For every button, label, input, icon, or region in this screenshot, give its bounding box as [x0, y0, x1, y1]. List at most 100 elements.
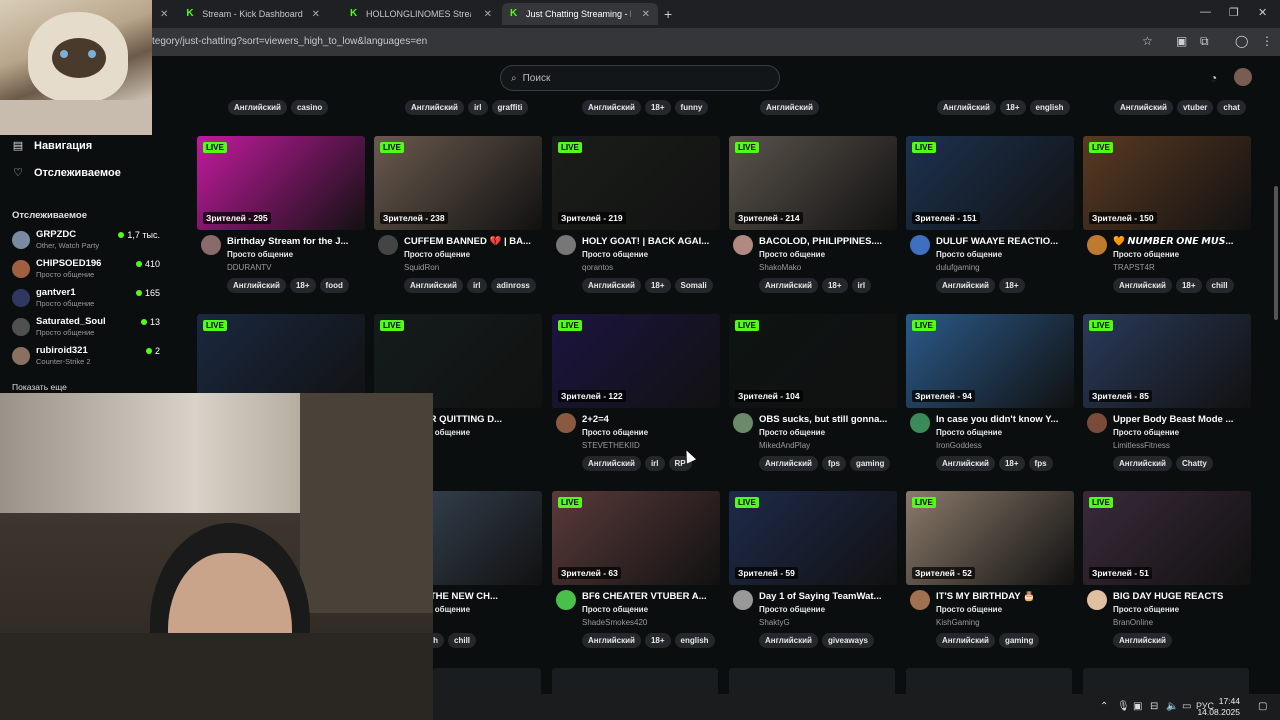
user-avatar[interactable]: [1234, 68, 1252, 86]
followed-channel[interactable]: GRPZDC Other, Watch Party 1,7 тыс.: [12, 228, 162, 254]
streamer-name[interactable]: KishGaming: [936, 618, 980, 627]
battery-icon[interactable]: ▭: [1182, 701, 1191, 712]
new-tab-icon[interactable]: +: [664, 6, 672, 22]
stream-card[interactable]: LIVE Зрителей - 94 In case you didn't know…: [906, 314, 1074, 484]
tag[interactable]: 18+: [999, 100, 1026, 115]
tag[interactable]: Chatty: [1175, 456, 1213, 471]
stream-thumbnail[interactable]: LIVE Зрителей - 52: [906, 491, 1074, 585]
notification-center-icon[interactable]: ▢: [1258, 701, 1267, 712]
streamer-name[interactable]: IronGoddess: [936, 441, 982, 450]
tag[interactable]: Английский: [936, 633, 995, 648]
stream-title[interactable]: Day 1 of Saying TeamWat...: [759, 591, 897, 602]
tag[interactable]: Английский: [1114, 100, 1173, 115]
streamer-name[interactable]: LimitlessFitness: [1113, 441, 1170, 450]
stream-title[interactable]: Birthday Stream for the J...: [227, 236, 365, 247]
streamer-avatar[interactable]: [733, 413, 753, 433]
clock[interactable]: 17:44 14.08.2025: [1197, 696, 1240, 718]
stream-thumbnail[interactable]: LIVE Зрителей - 150: [1083, 136, 1251, 230]
microphone-icon[interactable]: 🎙: [1117, 701, 1130, 712]
streamer-name[interactable]: MikedAndPlay: [759, 441, 810, 450]
stream-thumbnail[interactable]: LIVE Зрителей - 238: [374, 136, 542, 230]
followed-channel[interactable]: CHIPSOED196 Просто общение 410: [12, 257, 162, 283]
streamer-name[interactable]: BranOnline: [1113, 618, 1153, 627]
tag[interactable]: chat: [1217, 100, 1246, 115]
tag[interactable]: Английский: [404, 278, 463, 293]
stream-category[interactable]: Просто общение: [759, 605, 825, 614]
tag[interactable]: irl: [467, 100, 488, 115]
app-tray-icon[interactable]: ▣: [1133, 701, 1142, 712]
stream-category[interactable]: Просто общение: [1113, 428, 1179, 437]
restore-icon[interactable]: ❐: [1229, 6, 1239, 19]
streamer-avatar[interactable]: [378, 235, 398, 255]
sidebar-nav-following[interactable]: ♡ Отслеживаемое: [12, 166, 121, 180]
tag[interactable]: Английский: [937, 100, 996, 115]
tag[interactable]: gaming: [998, 633, 1040, 648]
tag[interactable]: 18+: [998, 278, 1025, 293]
stream-card[interactable]: LIVE Зрителей - 151 DULUF WAAYE REACTIO...…: [906, 136, 1074, 306]
stream-thumbnail[interactable]: LIVE Зрителей - 122: [552, 314, 720, 408]
stream-thumbnail[interactable]: LIVE Зрителей - 59: [729, 491, 897, 585]
streamer-avatar[interactable]: [733, 590, 753, 610]
streamer-avatar[interactable]: [556, 413, 576, 433]
stream-card[interactable]: LIVE Зрителей - 214 BACOLOD, PHILIPPINES..…: [729, 136, 897, 306]
tag[interactable]: 18+: [644, 100, 671, 115]
stream-category[interactable]: Просто общение: [582, 605, 648, 614]
browser-tab[interactable]: K HOLLONGLINOMES Stream - W ✕: [342, 3, 500, 25]
tag[interactable]: Английский: [760, 100, 819, 115]
stream-category[interactable]: Просто общение: [936, 428, 1002, 437]
bookmark-star-icon[interactable]: ☆: [1142, 34, 1153, 48]
stream-card[interactable]: LIVE Зрителей - 51 BIG DAY HUGE REACTS Прос…: [1083, 491, 1251, 661]
streamer-avatar[interactable]: [556, 235, 576, 255]
streamer-name[interactable]: TRAPST4R: [1113, 263, 1155, 272]
tag[interactable]: Английский: [759, 633, 818, 648]
stream-card[interactable]: LIVE Зрителей - 85 Upper Body Beast Mode .…: [1083, 314, 1251, 484]
streamer-name[interactable]: dulufgaming: [936, 263, 980, 272]
stream-title[interactable]: CUFFEM BANNED 💔 | BA...: [404, 236, 542, 247]
stream-card[interactable]: LIVE Зрителей - 104 OBS sucks, but still g…: [729, 314, 897, 484]
streamer-name[interactable]: ShakoMako: [759, 263, 801, 272]
close-tab-icon[interactable]: ✕: [312, 9, 320, 20]
stream-card[interactable]: LIVE Зрителей - 219 HOLY GOAT! | BACK AGAI…: [552, 136, 720, 306]
tag[interactable]: Английский: [1113, 633, 1172, 648]
stream-title[interactable]: BACOLOD, PHILIPPINES....: [759, 236, 897, 247]
streamer-avatar[interactable]: [910, 413, 930, 433]
menu-dots-icon[interactable]: ⋮: [1261, 34, 1273, 48]
stream-title[interactable]: IT'S MY BIRTHDAY 🎂: [936, 591, 1074, 602]
streamer-avatar[interactable]: [1087, 413, 1107, 433]
url-text[interactable]: tegory/just-chatting?sort=viewers_high_t…: [152, 36, 427, 47]
stream-thumbnail[interactable]: LIVE Зрителей - 151: [906, 136, 1074, 230]
stream-category[interactable]: Просто общение: [759, 250, 825, 259]
tag[interactable]: Английский: [582, 278, 641, 293]
stream-category[interactable]: Просто общение: [759, 428, 825, 437]
stream-thumbnail[interactable]: LIVE Зрителей - 63: [552, 491, 720, 585]
browser-tab[interactable]: ✕ K Stream - Kick Dashboard ✕: [152, 3, 328, 25]
followed-channel[interactable]: gantver1 Просто общение 165: [12, 286, 162, 312]
search-input[interactable]: [522, 72, 743, 84]
streamer-name[interactable]: STEVETHEKIID: [582, 441, 640, 450]
tag[interactable]: food: [319, 278, 349, 293]
tag[interactable]: 18+: [644, 633, 671, 648]
tag[interactable]: 18+: [289, 278, 316, 293]
minimize-icon[interactable]: —: [1200, 6, 1211, 18]
streamer-avatar[interactable]: [910, 235, 930, 255]
stream-card[interactable]: LIVE Зрителей - 52 IT'S MY BIRTHDAY 🎂 Прост…: [906, 491, 1074, 661]
streamer-name[interactable]: ShaktyG: [759, 618, 790, 627]
browser-tab-active[interactable]: K Just Chatting Streaming - Live S ✕: [502, 3, 658, 25]
tray-arrow-icon[interactable]: ⌃: [1100, 701, 1108, 712]
stream-category[interactable]: Просто общение: [1113, 605, 1179, 614]
stream-card[interactable]: LIVE Зрителей - 63 BF6 CHEATER VTUBER A...…: [552, 491, 720, 661]
stream-thumbnail[interactable]: LIVE Зрителей - 51: [1083, 491, 1251, 585]
stream-card[interactable]: LIVE Зрителей - 295 Birthday Stream for th…: [197, 136, 365, 306]
followed-channel[interactable]: Saturated_Soul Просто общение 13: [12, 315, 162, 341]
volume-icon[interactable]: 🔈: [1166, 701, 1178, 712]
stream-category[interactable]: Просто общение: [582, 428, 648, 437]
tag[interactable]: Английский: [228, 100, 287, 115]
tag[interactable]: Английский: [936, 456, 995, 471]
sidebar-nav-navigation[interactable]: ▤ Навигация: [12, 139, 92, 153]
tag[interactable]: Английский: [759, 278, 818, 293]
stream-title[interactable]: In case you didn't know Y...: [936, 414, 1074, 425]
tag[interactable]: irl: [851, 278, 872, 293]
stream-thumbnail[interactable]: LIVE Зрителей - 219: [552, 136, 720, 230]
tag[interactable]: giveaways: [821, 633, 874, 648]
tag[interactable]: Английский: [582, 100, 641, 115]
